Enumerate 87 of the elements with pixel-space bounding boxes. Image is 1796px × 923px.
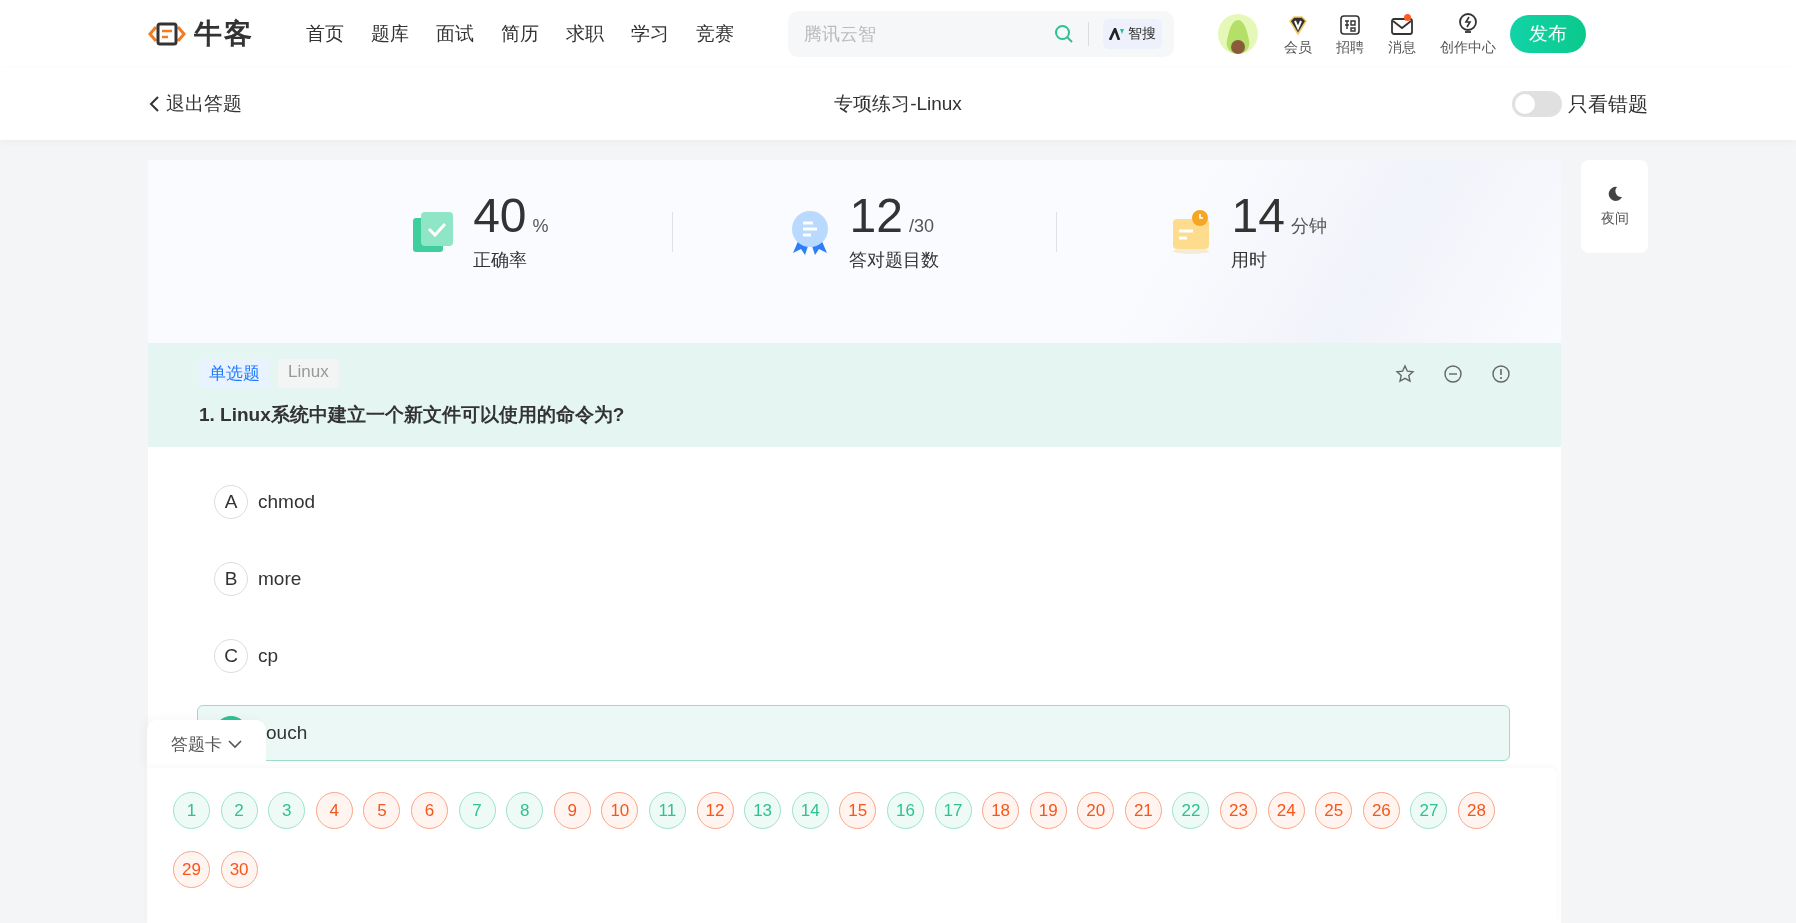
toolbar-link[interactable]: 消息	[1388, 15, 1416, 57]
question-number[interactable]: 11	[648, 792, 686, 829]
question-number[interactable]: 5	[363, 792, 401, 829]
night-mode-button[interactable]: 夜间	[1581, 160, 1648, 253]
question-number[interactable]: 26	[1362, 792, 1400, 829]
nav-link[interactable]: 题库	[371, 21, 409, 47]
stat-label: 用时	[1231, 248, 1269, 272]
minus-circle-icon[interactable]	[1443, 363, 1463, 384]
info-icon[interactable]	[1491, 363, 1511, 384]
question-number[interactable]: 19	[1029, 792, 1067, 829]
star-icon[interactable]	[1395, 363, 1415, 384]
question-number[interactable]: 29	[173, 851, 210, 888]
answer-option[interactable]: A chmod	[197, 474, 1510, 530]
question-number[interactable]: 17	[934, 792, 972, 829]
page-title: 专项练习-Linux	[834, 92, 962, 116]
question-number[interactable]: 1	[173, 792, 210, 829]
option-letter: A	[214, 485, 248, 519]
ai-search-button[interactable]: 智搜	[1103, 19, 1162, 49]
nav-link[interactable]: 求职	[566, 21, 604, 47]
exit-link[interactable]: 退出答题	[148, 91, 448, 117]
stat-unit: /30	[908, 215, 934, 237]
option-text: more	[258, 568, 302, 590]
question-number[interactable]: 12	[696, 792, 734, 829]
question-number[interactable]: 27	[1410, 792, 1448, 829]
user-avatar[interactable]	[1218, 14, 1258, 54]
question-number[interactable]: 24	[1267, 792, 1305, 829]
search-field[interactable]: 腾讯云智 智搜	[788, 11, 1174, 57]
stat-label: 答对题目数	[849, 248, 940, 272]
mail-icon	[1390, 15, 1414, 36]
question-number[interactable]: 30	[220, 851, 258, 888]
question-number[interactable]: 2	[220, 792, 258, 829]
question-number[interactable]: 9	[553, 792, 591, 829]
question-number[interactable]: 16	[886, 792, 924, 829]
question-number[interactable]: 18	[982, 792, 1020, 829]
question-number[interactable]: 8	[506, 792, 544, 829]
answer-option[interactable]: B more	[197, 551, 1510, 607]
stat-unit: 分钟	[1290, 214, 1327, 238]
question-number[interactable]: 23	[1220, 792, 1258, 829]
nav-link[interactable]: 简历	[501, 21, 539, 47]
nav-link[interactable]: 面试	[436, 21, 474, 47]
diamond-icon	[1287, 13, 1309, 36]
question-number[interactable]: 4	[315, 792, 353, 829]
chevron-left-icon	[148, 95, 160, 113]
question-number[interactable]: 20	[1077, 792, 1115, 829]
lightbulb-icon	[1457, 11, 1479, 36]
option-text: ouch	[266, 722, 308, 744]
stat-value: 12	[849, 191, 903, 240]
stat-unit: %	[532, 215, 549, 237]
question-number[interactable]: 22	[1172, 792, 1210, 829]
toolbar-link[interactable]: 会员	[1284, 13, 1312, 57]
nav-link[interactable]: 首页	[306, 21, 344, 47]
stat-value: 14	[1231, 191, 1285, 240]
answer-option[interactable]: C cp	[197, 628, 1510, 684]
toolbar-link[interactable]: 创作中心	[1440, 11, 1496, 57]
question-number[interactable]: 21	[1124, 792, 1162, 829]
nav-link[interactable]: 学习	[631, 21, 669, 47]
question-number[interactable]: 13	[744, 792, 782, 829]
site-logo[interactable]: 牛客	[148, 15, 254, 53]
wrong-only-switch[interactable]	[1512, 91, 1562, 117]
question-number[interactable]: 14	[791, 792, 829, 829]
option-letter: C	[214, 639, 248, 673]
answer-card-tab[interactable]: 答题卡	[147, 720, 266, 768]
switch-label: 只看错题	[1568, 91, 1648, 117]
question-number[interactable]: 3	[268, 792, 306, 829]
toolbar-link[interactable]: 招聘	[1336, 13, 1364, 57]
stat-label: 正确率	[473, 248, 529, 272]
question-text: 1. Linux系统中建立一个新文件可以使用的命令为?	[199, 403, 626, 427]
question-number[interactable]: 6	[410, 792, 448, 829]
option-text: chmod	[258, 491, 316, 513]
nav-link[interactable]: 竞赛	[696, 21, 734, 47]
logo-text: 牛客	[194, 17, 254, 51]
option-text: cp	[258, 645, 279, 667]
stat-value: 40	[473, 191, 527, 240]
question-number[interactable]: 7	[458, 792, 496, 829]
question-tag: 单选题	[199, 359, 270, 388]
ai-logo-icon	[1109, 28, 1125, 40]
checkmark-book-icon	[411, 209, 456, 254]
document-icon	[1339, 13, 1361, 36]
question-number[interactable]: 15	[839, 792, 877, 829]
option-letter: B	[214, 562, 248, 596]
question-number[interactable]: 25	[1315, 792, 1353, 829]
moon-icon	[1606, 185, 1623, 202]
question-number[interactable]: 28	[1458, 792, 1496, 829]
chevron-down-icon	[228, 739, 242, 749]
question-number[interactable]: 10	[601, 792, 639, 829]
question-tag: Linux	[278, 359, 339, 388]
publish-button[interactable]: 发布	[1510, 15, 1586, 53]
